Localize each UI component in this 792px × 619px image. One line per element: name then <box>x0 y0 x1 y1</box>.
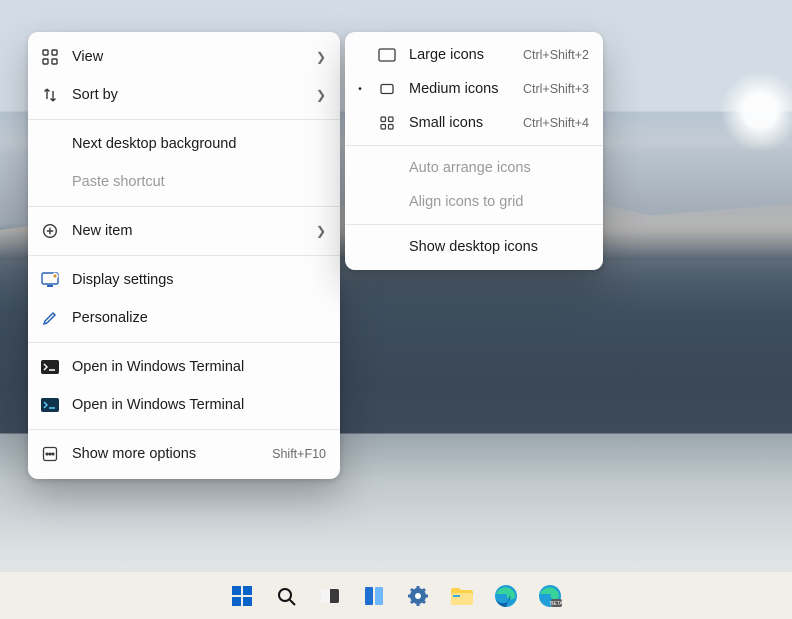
chevron-right-icon: ❯ <box>316 224 326 238</box>
menu-label: Medium icons <box>409 81 511 97</box>
menu-separator <box>28 429 340 430</box>
menu-label: Show more options <box>72 446 260 462</box>
start-button[interactable] <box>225 579 259 613</box>
taskview-icon <box>319 585 341 607</box>
menu-item-next-background[interactable]: Next desktop background <box>28 125 340 163</box>
pencil-icon <box>40 308 60 328</box>
widgets-button[interactable] <box>357 579 391 613</box>
edge-icon <box>494 584 518 608</box>
search-button[interactable] <box>269 579 303 613</box>
edge-beta-icon: BETA <box>538 584 562 608</box>
menu-label: Display settings <box>72 272 326 288</box>
plus-icon <box>40 221 60 241</box>
menu-label: Sort by <box>72 87 304 103</box>
menu-label: New item <box>72 223 304 239</box>
menu-separator <box>28 342 340 343</box>
taskview-button[interactable] <box>313 579 347 613</box>
grid-small-icon <box>377 113 397 133</box>
menu-label: Personalize <box>72 310 326 326</box>
grid-icon <box>40 47 60 67</box>
submenu-item-medium-icons[interactable]: • Medium icons Ctrl+Shift+3 <box>345 72 603 106</box>
rect-large-icon <box>377 45 397 65</box>
submenu-item-large-icons[interactable]: Large icons Ctrl+Shift+2 <box>345 38 603 72</box>
menu-shortcut-hint: Ctrl+Shift+2 <box>523 48 589 62</box>
explorer-button[interactable] <box>445 579 479 613</box>
chevron-right-icon: ❯ <box>316 50 326 64</box>
menu-separator <box>28 119 340 120</box>
menu-item-terminal-2[interactable]: Open in Windows Terminal <box>28 386 340 424</box>
menu-label: View <box>72 49 304 65</box>
menu-item-personalize[interactable]: Personalize <box>28 299 340 337</box>
display-icon <box>40 270 60 290</box>
menu-shortcut-hint: Ctrl+Shift+3 <box>523 82 589 96</box>
menu-separator <box>28 206 340 207</box>
menu-item-paste-shortcut: Paste shortcut <box>28 163 340 201</box>
radio-bullet-selected: • <box>355 84 365 95</box>
start-icon <box>231 585 253 607</box>
menu-shortcut-hint: Ctrl+Shift+4 <box>523 116 589 130</box>
menu-item-view[interactable]: View ❯ <box>28 38 340 76</box>
menu-label: Open in Windows Terminal <box>72 397 326 413</box>
menu-item-display-settings[interactable]: Display settings <box>28 261 340 299</box>
menu-item-sort[interactable]: Sort by ❯ <box>28 76 340 114</box>
desktop-context-menu: View ❯ Sort by ❯ Next desktop background… <box>28 32 340 479</box>
view-submenu: Large icons Ctrl+Shift+2 • Medium icons … <box>345 32 603 270</box>
terminal-alt-icon <box>40 395 60 415</box>
search-icon <box>275 585 297 607</box>
menu-separator <box>345 145 603 146</box>
menu-label: Next desktop background <box>72 136 326 152</box>
blank-icon <box>40 134 60 154</box>
menu-label: Align icons to grid <box>409 194 589 210</box>
menu-separator <box>345 224 603 225</box>
menu-label: Small icons <box>409 115 511 131</box>
menu-item-more-options[interactable]: Show more options Shift+F10 <box>28 435 340 473</box>
menu-label: Auto arrange icons <box>409 160 589 176</box>
taskbar: BETA <box>0 571 792 619</box>
submenu-item-show-desktop-icons[interactable]: Show desktop icons <box>345 230 603 264</box>
menu-separator <box>28 255 340 256</box>
widgets-icon <box>363 585 385 607</box>
terminal-icon <box>40 357 60 377</box>
menu-label: Show desktop icons <box>409 239 589 255</box>
blank-icon <box>40 172 60 192</box>
menu-label: Paste shortcut <box>72 174 326 190</box>
edge-button[interactable] <box>489 579 523 613</box>
menu-item-terminal-1[interactable]: Open in Windows Terminal <box>28 348 340 386</box>
submenu-item-auto-arrange: Auto arrange icons <box>345 151 603 185</box>
menu-shortcut-hint: Shift+F10 <box>272 447 326 461</box>
menu-item-new[interactable]: New item ❯ <box>28 212 340 250</box>
svg-text:BETA: BETA <box>550 601 562 607</box>
chevron-right-icon: ❯ <box>316 88 326 102</box>
sort-icon <box>40 85 60 105</box>
menu-label: Open in Windows Terminal <box>72 359 326 375</box>
explorer-icon <box>450 586 474 606</box>
settings-button[interactable] <box>401 579 435 613</box>
rect-medium-icon <box>377 79 397 99</box>
settings-icon <box>407 585 429 607</box>
more-icon <box>40 444 60 464</box>
submenu-item-align-grid: Align icons to grid <box>345 185 603 219</box>
submenu-item-small-icons[interactable]: Small icons Ctrl+Shift+4 <box>345 106 603 140</box>
edge-beta-button[interactable]: BETA <box>533 579 567 613</box>
menu-label: Large icons <box>409 47 511 63</box>
